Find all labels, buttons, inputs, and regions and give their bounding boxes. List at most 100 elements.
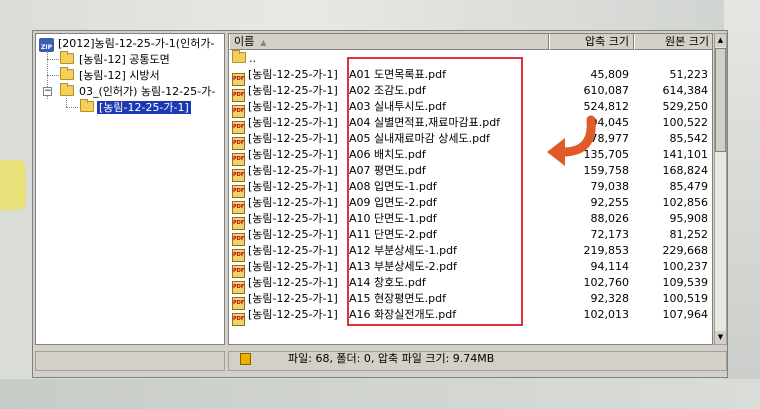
file-name-prefix: [농림-12-25-가-1] (248, 116, 338, 129)
folder-up-icon (232, 50, 246, 63)
original-size: 614,384 (662, 84, 709, 97)
file-name-prefix: [농림-12-25-가-1] (248, 244, 338, 257)
background-bottom (0, 379, 760, 409)
background-top (0, 0, 760, 30)
file-row[interactable]: PDF [농림-12-25-가-1] A12 부분상세도-1.pdf 219,853 2… (229, 243, 712, 262)
tree-line (66, 98, 67, 107)
file-row[interactable]: PDF [농림-12-25-가-1] A09 입면도-2.pdf 92,255 102,… (229, 195, 712, 214)
status-bar: 파일: 68, 폴더: 0, 압축 파일 크기: 9.74MB (35, 349, 727, 373)
folder-open-icon (80, 99, 94, 112)
tree-item-specifications[interactable]: [농림-12] 시방서 (60, 67, 162, 83)
file-name-suffix: A13 부분상세도-2.pdf (349, 260, 457, 273)
zip-archive-icon: ZIP (39, 38, 54, 52)
file-row[interactable]: PDF [농림-12-25-가-1] A11 단면도-2.pdf 72,173 81,2… (229, 227, 712, 246)
compressed-size: 72,173 (590, 228, 630, 241)
original-size: 100,519 (662, 292, 709, 305)
file-name-suffix: A12 부분상세도-1.pdf (349, 244, 457, 257)
file-name-suffix: A09 입면도-2.pdf (349, 196, 437, 209)
file-name-prefix: [농림-12-25-가-1] (248, 228, 338, 241)
original-size: 141,101 (662, 148, 709, 161)
file-row[interactable]: PDF [농림-12-25-가-1] A05 실내재료마감 상세도.pdf 78,97… (229, 131, 712, 150)
file-name-prefix: [농림-12-25-가-1] (248, 292, 338, 305)
compressed-size: 94,114 (590, 260, 630, 273)
tree-item-common-drawings[interactable]: [농림-12] 공통도면 (60, 51, 172, 67)
file-row[interactable]: PDF [농림-12-25-가-1] A15 현장평면도.pdf 92,328 100,… (229, 291, 712, 310)
folder-icon (60, 67, 74, 80)
original-size: 229,668 (662, 244, 709, 257)
file-row[interactable]: PDF [농림-12-25-가-1] A13 부분상세도-2.pdf 94,114 10… (229, 259, 712, 278)
file-row[interactable]: PDF [농림-12-25-가-1] A16 화장실전개도.pdf 102,013 10… (229, 307, 712, 326)
file-row[interactable]: PDF [농림-12-25-가-1] A02 조감도.pdf 610,087 614,3… (229, 83, 712, 102)
compressed-size: 102,013 (583, 308, 630, 321)
folder-tree[interactable]: ZIP [2012]농림-12-25-가-1(인허가- [농림-12] 공통도면 … (35, 33, 225, 345)
file-name-prefix: [농림-12-25-가-1] (248, 100, 338, 113)
scroll-thumb[interactable] (715, 48, 726, 152)
original-size: 81,252 (669, 228, 709, 241)
compressed-size: 88,026 (590, 212, 630, 225)
tree-line (47, 59, 59, 60)
file-name-suffix: A14 창호도.pdf (349, 276, 426, 289)
original-size: 85,479 (669, 180, 709, 193)
tree-item-selected-folder[interactable]: [농림-12-25-가-1] (80, 99, 191, 115)
file-name-prefix: [농림-12-25-가-1] (248, 132, 338, 145)
file-name-suffix: A10 단면도-1.pdf (349, 212, 437, 225)
original-size: 85,542 (669, 132, 709, 145)
original-size: 51,223 (669, 68, 709, 81)
original-size: 100,522 (662, 116, 709, 129)
file-name-suffix: A02 조감도.pdf (349, 84, 426, 97)
compressed-size: 45,809 (590, 68, 630, 81)
column-header-compressed-size[interactable]: 압축 크기 (549, 34, 634, 50)
vertical-scrollbar[interactable]: ▲ ▼ (714, 33, 727, 345)
folder-open-icon (60, 83, 74, 96)
file-name-suffix: A07 평면도.pdf (349, 164, 426, 177)
archive-status-icon (240, 353, 251, 365)
file-name-prefix: [농림-12-25-가-1] (248, 84, 338, 97)
file-row[interactable]: PDF [농림-12-25-가-1] A14 창호도.pdf 102,760 109,5… (229, 275, 712, 294)
original-size: 529,250 (662, 100, 709, 113)
file-name-suffix: A03 실내투시도.pdf (349, 100, 446, 113)
file-name-prefix: [농림-12-25-가-1] (248, 148, 338, 161)
folder-icon (60, 51, 74, 64)
file-row[interactable]: PDF [농림-12-25-가-1] A06 배치도.pdf 135,705 141,1… (229, 147, 712, 166)
sort-ascending-icon: ▲ (260, 38, 267, 47)
file-name-suffix: A15 현장평면도.pdf (349, 292, 446, 305)
compressed-size: 79,038 (590, 180, 630, 193)
curved-arrow-icon (547, 115, 596, 166)
file-row[interactable]: PDF [농림-12-25-가-1] A10 단면도-1.pdf 88,026 95,9… (229, 211, 712, 230)
file-list[interactable]: 이름 ▲ 압축 크기 원본 크기 .. PDF [농림-12-25-가-1] A01 … (228, 33, 713, 345)
tree-item-permit[interactable]: 03_(인허가) 농림-12-25-가- (60, 83, 217, 99)
original-size: 95,908 (669, 212, 709, 225)
file-row[interactable]: PDF [농림-12-25-가-1] A07 평면도.pdf 159,758 168,8… (229, 163, 712, 182)
parent-dir-row[interactable]: .. (229, 50, 712, 67)
scroll-down-arrow-icon[interactable]: ▼ (715, 331, 726, 344)
file-name-prefix: [농림-12-25-가-1] (248, 196, 338, 209)
tree-line (47, 75, 59, 76)
compressed-size: 219,853 (583, 244, 630, 257)
file-name-suffix: A11 단면도-2.pdf (349, 228, 437, 241)
original-size: 102,856 (662, 196, 709, 209)
file-name-prefix: [농림-12-25-가-1] (248, 164, 338, 177)
list-header: 이름 ▲ 압축 크기 원본 크기 (229, 34, 712, 50)
file-name-prefix: [농림-12-25-가-1] (248, 308, 338, 321)
scroll-up-arrow-icon[interactable]: ▲ (715, 34, 726, 47)
file-row[interactable]: PDF [농림-12-25-가-1] A04 실별면적표,재료마감표.pdf 94,0… (229, 115, 712, 134)
file-name-suffix: A16 화장실전개도.pdf (349, 308, 457, 321)
file-row[interactable]: PDF [농림-12-25-가-1] A01 도면목록표.pdf 45,809 51,2… (229, 67, 712, 86)
original-size: 100,237 (662, 260, 709, 273)
file-name-suffix: A01 도면목록표.pdf (349, 68, 446, 81)
tree-root[interactable]: ZIP [2012]농림-12-25-가-1(인허가- (39, 36, 216, 52)
collapse-toggle[interactable]: − (43, 87, 52, 96)
file-name-prefix: [농림-12-25-가-1] (248, 260, 338, 273)
file-name-suffix: A08 입면도-1.pdf (349, 180, 437, 193)
file-name-suffix: A05 실내재료마감 상세도.pdf (349, 132, 490, 145)
column-header-original-size[interactable]: 원본 크기 (634, 34, 712, 50)
file-row[interactable]: PDF [농림-12-25-가-1] A08 입면도-1.pdf 79,038 85,4… (229, 179, 712, 198)
column-header-name[interactable]: 이름 ▲ (229, 34, 549, 50)
file-name-prefix: [농림-12-25-가-1] (248, 180, 338, 193)
archive-window: ZIP [2012]농림-12-25-가-1(인허가- [농림-12] 공통도면 … (32, 30, 728, 378)
background-decoration (0, 160, 26, 210)
file-row[interactable]: PDF [농림-12-25-가-1] A03 실내투시도.pdf 524,812 529… (229, 99, 712, 118)
status-summary: 파일: 68, 폴더: 0, 압축 파일 크기: 9.74MB (288, 352, 495, 365)
original-size: 168,824 (662, 164, 709, 177)
compressed-size: 610,087 (583, 84, 630, 97)
